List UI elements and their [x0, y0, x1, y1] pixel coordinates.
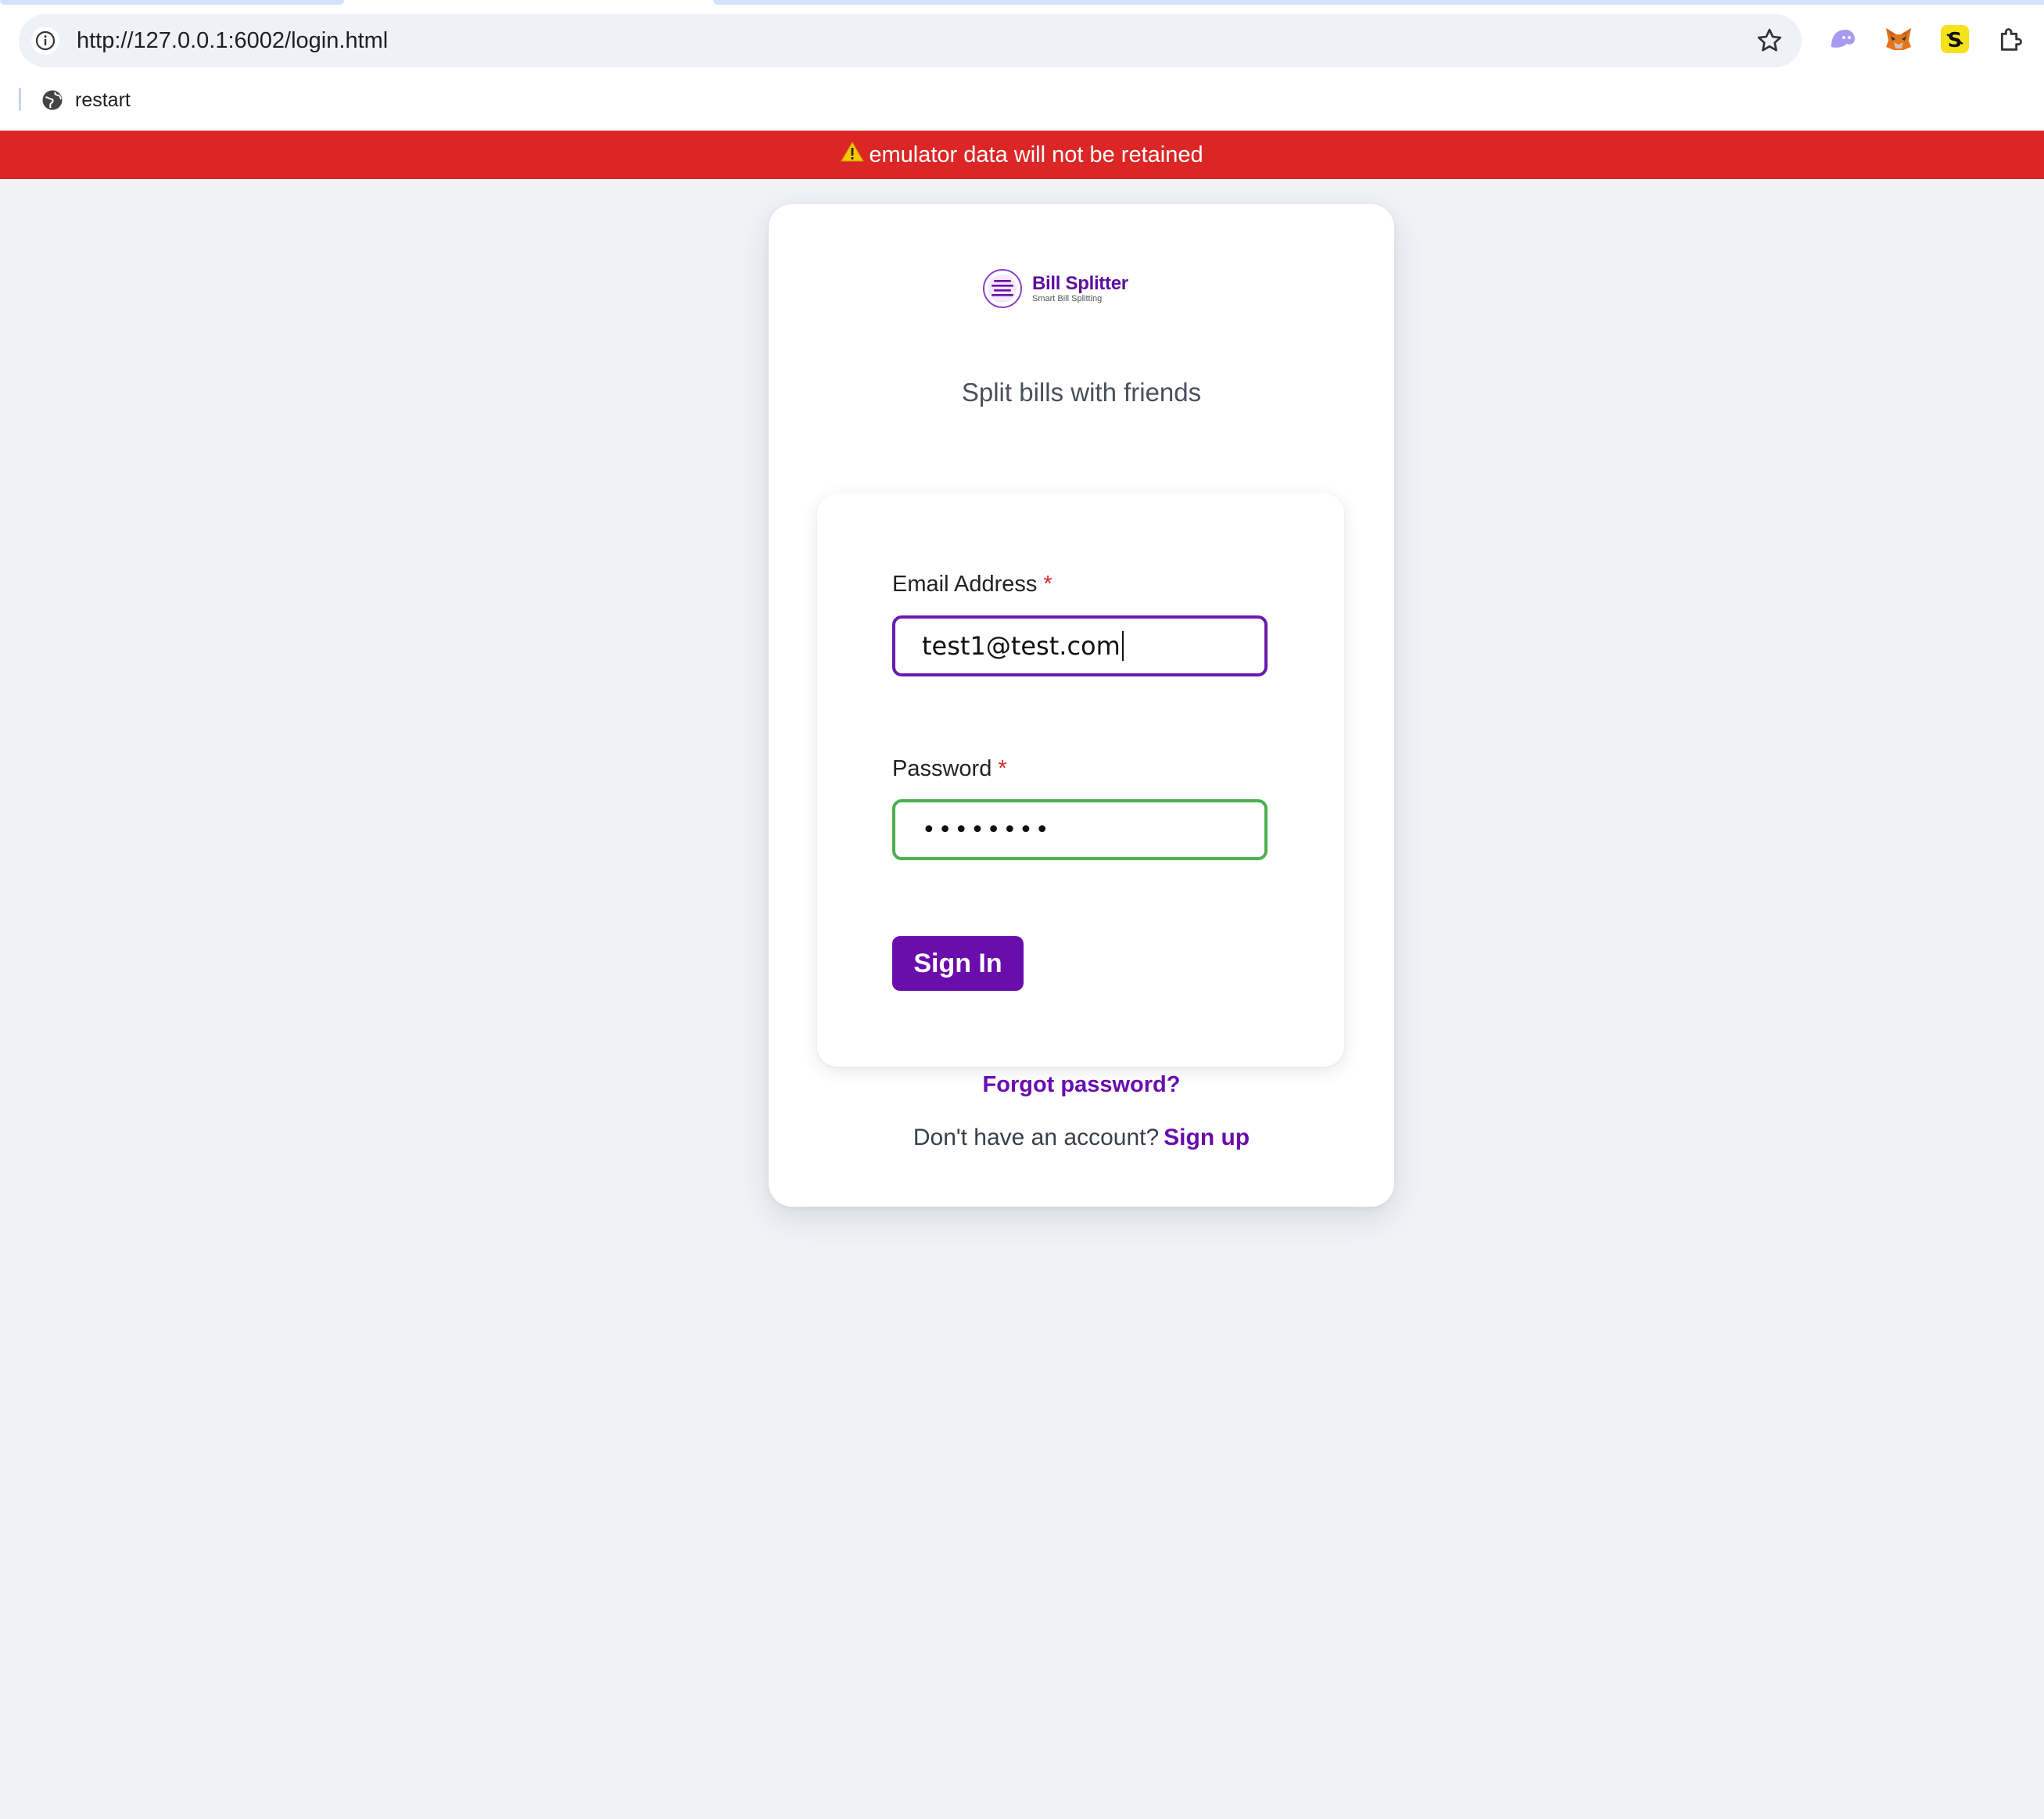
banner-text: emulator data will not be retained [869, 142, 1203, 167]
password-label: Password * [892, 756, 1007, 782]
email-value: test1@test.com [922, 631, 1121, 661]
forgot-password-row: Forgot password? [769, 1072, 1394, 1098]
bookmarks-separator [19, 88, 21, 111]
ghost-extension-icon[interactable] [1827, 23, 1858, 55]
metamask-fox-icon[interactable] [1883, 23, 1914, 55]
email-label-text: Email Address [892, 572, 1038, 597]
required-marker: * [1043, 572, 1052, 597]
bookmarks-bar: restart [0, 78, 2044, 130]
tab-strip [0, 0, 2044, 6]
login-form: Email Address * test1@test.com Password * … [817, 493, 1344, 1067]
svg-text:S: S [1948, 29, 1963, 52]
globe-icon [42, 90, 63, 110]
tab-inactive[interactable] [0, 0, 344, 5]
login-card: Bill Splitter Smart Bill Splitting Split… [769, 204, 1394, 1207]
bookmark-restart[interactable]: restart [41, 83, 131, 117]
password-value: •••••••• [922, 816, 1052, 844]
required-marker: * [998, 756, 1007, 781]
address-bar[interactable]: http://127.0.0.1:6002/login.html [19, 14, 1802, 67]
bookmark-label: restart [75, 88, 131, 111]
email-field[interactable]: test1@test.com [892, 615, 1268, 676]
emulator-warning-banner: emulator data will not be retained [0, 131, 2044, 179]
warning-icon [841, 141, 865, 169]
brand-logo: Bill Splitter Smart Bill Splitting [982, 267, 1128, 310]
bill-splitter-logo-icon [983, 269, 1022, 308]
brand-tagline: Smart Bill Splitting [1032, 293, 1103, 303]
sign-up-link[interactable]: Sign up [1164, 1125, 1250, 1150]
forgot-password-link[interactable]: Forgot password? [983, 1072, 1181, 1097]
signup-row: Don't have an account? Sign up [769, 1125, 1394, 1151]
browser-chrome: http://127.0.0.1:6002/login.html S resta… [0, 0, 2044, 131]
brand-name: Bill Splitter [1032, 272, 1128, 294]
sign-in-button[interactable]: Sign In [892, 936, 1024, 991]
password-label-text: Password [892, 756, 992, 781]
email-label: Email Address * [892, 572, 1052, 597]
url-text[interactable]: http://127.0.0.1:6002/login.html [77, 14, 388, 67]
page-tagline: Split bills with friends [961, 378, 1202, 407]
bookmark-star-icon[interactable] [1755, 26, 1784, 59]
site-info-icon[interactable] [31, 27, 59, 55]
text-caret [1121, 631, 1124, 661]
tab-inactive[interactable] [713, 0, 2044, 5]
no-account-text: Don't have an account? [913, 1125, 1160, 1150]
puzzle-extensions-icon[interactable] [1996, 23, 2027, 55]
splitter-extension-icon[interactable]: S [1939, 23, 1970, 55]
password-field[interactable]: •••••••• [892, 799, 1268, 860]
brand-wordmark: Bill Splitter Smart Bill Splitting [1032, 272, 1128, 304]
